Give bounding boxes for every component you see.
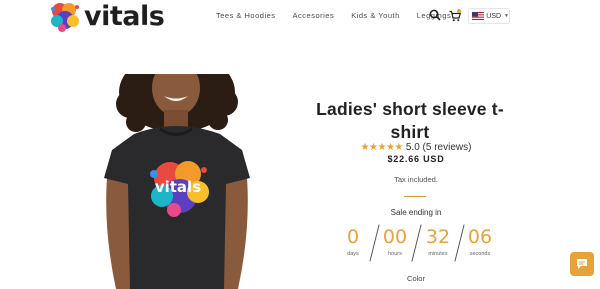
countdown-days-label: days: [347, 251, 359, 257]
brand-name: vitals: [84, 1, 165, 32]
countdown-minutes-label: minutes: [428, 251, 448, 257]
countdown-seconds: 06 seconds: [465, 226, 495, 257]
countdown-seconds-value: 06: [467, 226, 493, 248]
rating-text: 5.0 (5 reviews): [405, 142, 472, 153]
divider: [404, 196, 426, 197]
logo-mark-icon: [51, 3, 79, 32]
countdown-seconds-label: seconds: [469, 251, 491, 257]
sale-label: Sale ending in: [390, 208, 442, 217]
product-price: $22.66 USD: [387, 154, 445, 164]
product-title-line-2: shirt: [390, 122, 430, 142]
product-title-line-1: Ladies' short sleeve t-: [316, 99, 504, 119]
countdown-separator: [411, 224, 422, 262]
countdown-hours-value: 00: [382, 226, 408, 248]
product-title: Ladies' short sleeve t- shirt: [300, 98, 520, 144]
product-rating[interactable]: ★★★★★ 5.0 (5 reviews): [300, 142, 532, 153]
countdown-days: 0 days: [338, 226, 368, 257]
product-image[interactable]: vitals: [94, 74, 260, 289]
countdown-timer: 0 days 00 hours 32 minutes 06 seconds: [300, 224, 532, 262]
brand-logo[interactable]: vitals: [48, 1, 165, 33]
product-info: Ladies' short sleeve t- shirt ★★★★★ 5.0 …: [300, 0, 520, 289]
countdown-minutes-value: 32: [425, 226, 451, 248]
countdown-separator: [369, 224, 380, 262]
countdown-hours-label: hours: [388, 251, 402, 257]
color-option-label: Color: [407, 274, 425, 283]
countdown-minutes: 32 minutes: [423, 226, 453, 257]
tax-note: Tax included.: [394, 175, 438, 184]
countdown-hours: 00 hours: [380, 226, 410, 257]
rating-stars-icon: ★★★★★: [360, 142, 404, 153]
chat-button[interactable]: [570, 252, 594, 276]
shirt-logo-text: vitals: [155, 178, 201, 196]
countdown-days-value: 0: [346, 226, 360, 248]
nav-item-tees-hoodies[interactable]: Tees & Hoodies: [216, 11, 276, 20]
countdown-separator: [454, 224, 465, 262]
chat-icon: [577, 259, 587, 269]
